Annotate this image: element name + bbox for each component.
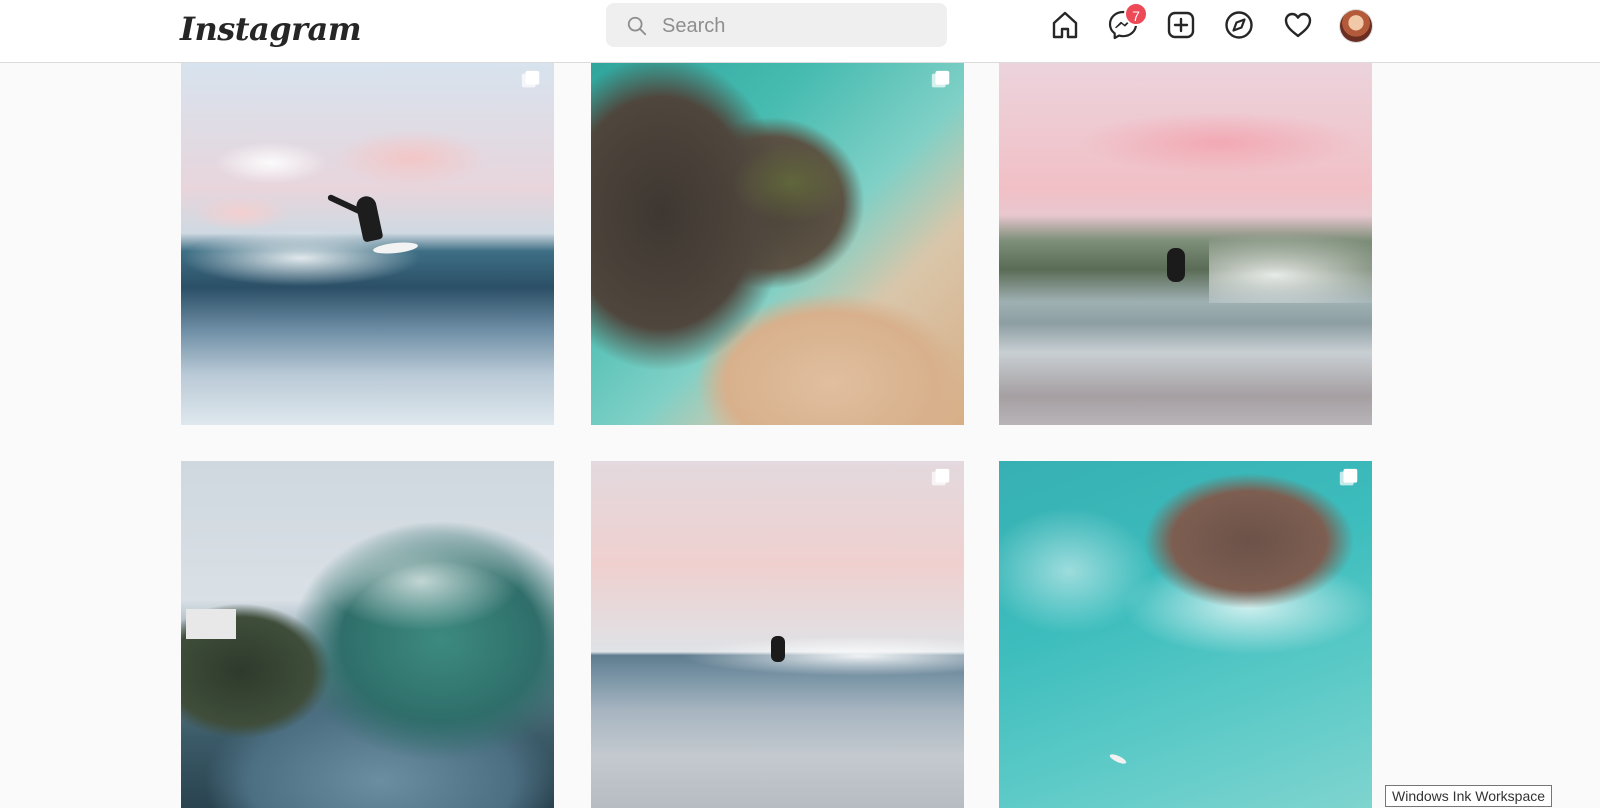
search-input[interactable] (660, 3, 934, 49)
surfboard (1108, 752, 1128, 766)
multiple-photos-icon (930, 467, 952, 489)
instagram-logo[interactable]: Instagram (180, 4, 362, 54)
messages-badge: 7 (1124, 2, 1148, 26)
top-navigation-bar: Instagram 7 (0, 0, 1600, 63)
post-tile[interactable] (999, 63, 1372, 425)
post-tile[interactable] (591, 461, 964, 808)
activity-heart-icon[interactable] (1281, 8, 1315, 42)
post-tile[interactable] (999, 461, 1372, 808)
post-tile[interactable] (591, 63, 964, 425)
multiple-photos-icon (1338, 467, 1360, 489)
post-tile[interactable] (181, 461, 554, 808)
new-post-icon[interactable] (1164, 8, 1198, 42)
multiple-photos-icon (520, 69, 542, 91)
profile-avatar[interactable] (1340, 10, 1372, 42)
system-tooltip: Windows Ink Workspace (1385, 785, 1553, 807)
post-tile[interactable] (181, 63, 554, 425)
search-box[interactable] (606, 3, 947, 49)
house (186, 609, 236, 639)
surfer (771, 636, 785, 662)
surfer (1167, 248, 1185, 282)
multiple-photos-icon (930, 69, 952, 91)
home-icon[interactable] (1048, 8, 1082, 42)
search-icon (627, 16, 647, 36)
explore-icon[interactable] (1222, 8, 1256, 42)
